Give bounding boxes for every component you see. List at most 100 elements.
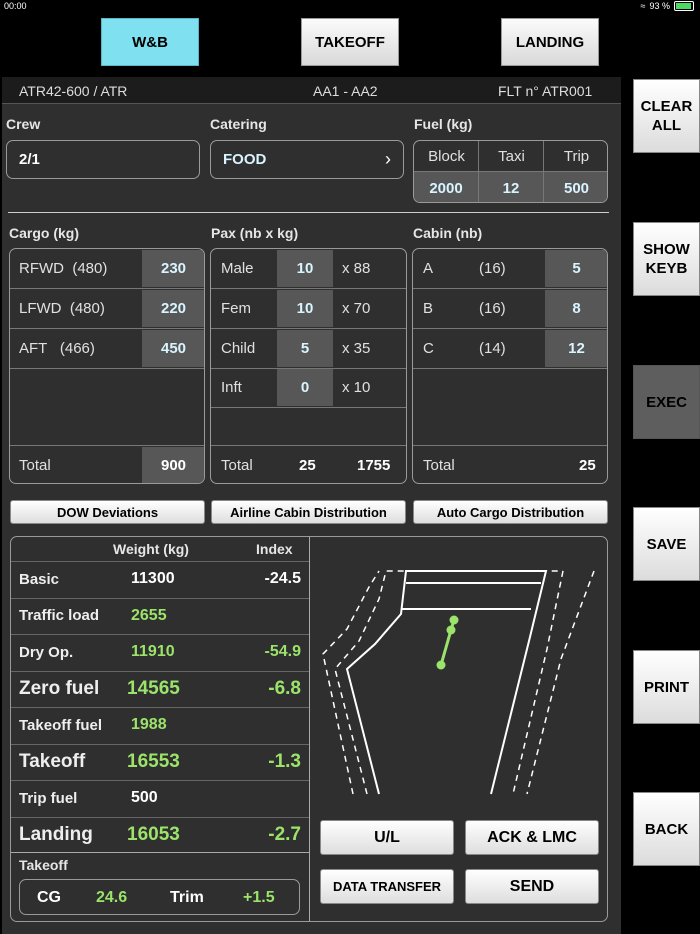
takeoff-summary-label: Takeoff: [19, 857, 68, 873]
pax-infant-kg: x 10: [342, 379, 371, 396]
cabin-table: A (16) 5 B (16) 8 C (14) 12 Total 25: [412, 248, 608, 484]
tab-wb[interactable]: W&B: [101, 18, 199, 66]
weights-panel: Weight (kg) Index Basic 11300 -24.5 Traffic…: [10, 536, 608, 922]
takeoff-summary-box: CG 24.6 Trim +1.5: [19, 879, 300, 915]
print-button[interactable]: PRINT: [633, 650, 700, 724]
cg-trace: [436, 615, 459, 670]
tab-takeoff[interactable]: TAKEOFF: [301, 18, 399, 66]
cabin-c-input[interactable]: 12: [545, 330, 607, 367]
cabin-b-input[interactable]: 8: [545, 290, 607, 327]
fuel-block-input[interactable]: 2000: [414, 172, 478, 202]
envelope-dashed-outer: [334, 570, 563, 795]
cargo-total-label: Total: [19, 457, 51, 474]
weight-row-weight: 16553: [127, 751, 180, 773]
pax-male-label: Male: [221, 260, 254, 277]
weight-row: Basic 11300 -24.5: [11, 561, 309, 598]
exec-button[interactable]: EXEC: [633, 365, 700, 439]
show-keyboard-button[interactable]: SHOW KEYB: [633, 222, 700, 296]
fuel-taxi-input[interactable]: 12: [479, 172, 543, 202]
weight-row: Takeoff 16553 -1.3: [11, 743, 309, 781]
cargo-lfwd-input[interactable]: 220: [142, 290, 204, 327]
weight-row-index: -24.5: [264, 570, 301, 588]
zero-fuel-cg-point: [449, 615, 459, 625]
tab-landing[interactable]: LANDING: [501, 18, 599, 66]
cabin-a-input[interactable]: 5: [545, 250, 607, 287]
chevron-right-icon: ›: [385, 149, 391, 169]
weight-row: Traffic load 2655: [11, 597, 309, 635]
crew-field[interactable]: 2/1: [6, 140, 200, 179]
cargo-label: Cargo (kg): [9, 225, 79, 241]
wifi-icon: ≈: [640, 1, 646, 11]
takeoff-cg-point: [446, 625, 456, 635]
cg-trace-line: [439, 629, 453, 666]
cabin-b-label: B: [423, 300, 434, 317]
weight-row-index: -2.7: [268, 824, 301, 846]
pax-male-kg: x 88: [342, 260, 371, 277]
airline-cabin-distribution-button[interactable]: Airline Cabin Distribution: [211, 500, 406, 524]
catering-label: Catering: [210, 116, 267, 132]
weight-row-label: Traffic load: [19, 607, 100, 625]
weights-header: Weight (kg) Index: [11, 537, 309, 561]
cabin-label: Cabin (nb): [413, 225, 483, 241]
pax-child-label: Child: [221, 340, 256, 357]
weight-row-label: Landing: [19, 824, 93, 846]
back-button[interactable]: BACK: [633, 792, 700, 866]
cg-value: 24.6: [96, 889, 128, 906]
trim-value: +1.5: [243, 889, 275, 906]
weight-row-label: Takeoff: [19, 751, 86, 773]
fuel-header-trip: Trip: [563, 147, 590, 165]
weight-row-index: -6.8: [268, 678, 301, 700]
battery-percent: 93 %: [649, 1, 670, 11]
pax-child-input[interactable]: 5: [277, 330, 333, 367]
trim-label: Trim: [170, 889, 204, 906]
cabin-total-value: 25: [579, 457, 596, 474]
cabin-a-cap: (16): [479, 260, 506, 277]
catering-select[interactable]: FOOD ›: [210, 140, 404, 179]
aircraft-label: ATR42-600 / ATR: [19, 83, 128, 99]
route-label: AA1 - AA2: [313, 83, 378, 99]
cargo-row-name: LFWD (480): [19, 300, 105, 317]
weight-row-index: -1.3: [268, 751, 301, 773]
pax-table: Male 10 x 88 Fem 10 x 70 Child 5 x 35 In…: [210, 248, 407, 484]
weight-row: Trip fuel 500: [11, 780, 309, 817]
cargo-rfwd-input[interactable]: 230: [142, 250, 204, 287]
flight-header: ATR42-600 / ATR AA1 - AA2 FLT n° ATR001: [2, 77, 621, 104]
pax-male-input[interactable]: 10: [277, 250, 333, 287]
pax-fem-kg: x 70: [342, 300, 371, 317]
crew-value: 2/1: [19, 151, 40, 168]
weight-row-label: Takeoff fuel: [19, 716, 103, 734]
save-button[interactable]: SAVE: [633, 507, 700, 581]
cargo-row-name: AFT (466): [19, 340, 95, 357]
weight-row-index: -54.9: [264, 643, 301, 661]
fuel-header-block: Block: [428, 147, 465, 165]
weight-row-label: Basic: [19, 570, 60, 588]
auto-cargo-distribution-button[interactable]: Auto Cargo Distribution: [413, 500, 608, 524]
envelope-outline: [345, 570, 548, 795]
weight-row-label: Zero fuel: [19, 678, 100, 700]
ul-button[interactable]: U/L: [320, 820, 454, 855]
pax-fem-input[interactable]: 10: [277, 290, 333, 327]
weight-row-weight: 11910: [131, 643, 175, 661]
cargo-aft-input[interactable]: 450: [142, 330, 204, 367]
weight-row-weight: 2655: [131, 606, 167, 624]
battery-icon: [674, 1, 694, 11]
pax-total-kg: 1755: [357, 457, 391, 474]
weight-row: Landing 16053 -2.7: [11, 816, 309, 854]
cg-label: CG: [37, 889, 61, 906]
fuel-trip-input[interactable]: 500: [544, 172, 607, 202]
weight-row: Dry Op. 11910 -54.9: [11, 634, 309, 671]
ack-lmc-button[interactable]: ACK & LMC: [465, 820, 599, 855]
cargo-total-value: 900: [142, 447, 204, 483]
clear-all-button[interactable]: CLEAR ALL: [633, 79, 700, 153]
send-button[interactable]: SEND: [465, 869, 599, 904]
dow-deviations-button[interactable]: DOW Deviations: [10, 500, 205, 524]
fuel-label: Fuel (kg): [414, 116, 473, 132]
weight-row: Zero fuel 14565 -6.8: [11, 670, 309, 708]
pax-infant-input[interactable]: 0: [277, 369, 333, 406]
data-transfer-button[interactable]: DATA TRANSFER: [320, 869, 454, 904]
cargo-table: RFWD (480) 230 LFWD (480) 220 AFT (466) …: [9, 248, 205, 484]
weight-row-weight: 14565: [127, 678, 180, 700]
weight-row-label: Trip fuel: [19, 789, 78, 807]
index-column-header: Index: [256, 541, 293, 557]
pax-label: Pax (nb x kg): [211, 225, 299, 241]
